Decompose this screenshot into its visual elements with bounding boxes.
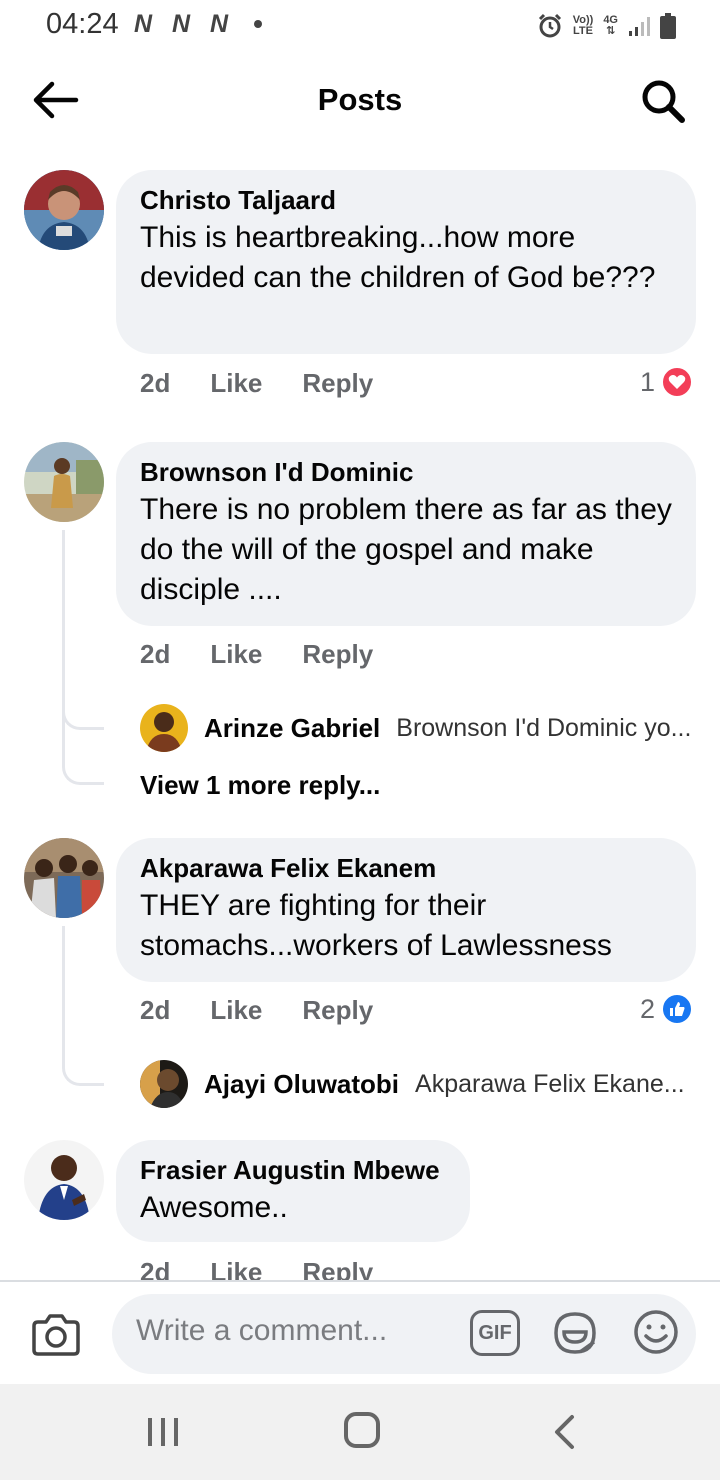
comment-actions: 2d Like Reply [140, 639, 373, 670]
avatar[interactable] [24, 1140, 104, 1220]
comment-bubble[interactable]: Akparawa Felix Ekanem THEY are fighting … [116, 838, 696, 982]
status-time: 04:24 [46, 8, 119, 40]
like-button[interactable]: Like [210, 995, 262, 1026]
avatar[interactable] [24, 838, 104, 918]
view-more-replies-link[interactable]: View 1 more reply... [140, 770, 380, 801]
avatar[interactable] [24, 442, 104, 522]
search-icon[interactable] [638, 78, 688, 124]
data-arrows-icon: ⇅ [606, 25, 616, 37]
reply-item[interactable]: Ajayi Oluwatobi Akparawa Felix Ekane... [140, 1060, 685, 1108]
comment-time: 2d [140, 995, 171, 1025]
camera-icon[interactable] [30, 1312, 82, 1358]
network-notification-icon: N [134, 10, 153, 38]
status-indicators: Vo)) LTE 4G ⇅ [537, 12, 676, 40]
volte-indicator: Vo)) LTE [573, 15, 594, 37]
like-icon [661, 993, 694, 1025]
avatar[interactable] [24, 170, 104, 250]
reply-button[interactable]: Reply [302, 639, 373, 670]
avatar[interactable] [140, 704, 188, 752]
reply-thread-line [62, 530, 104, 730]
app-header: Posts [0, 52, 720, 148]
comment-input[interactable]: Write a comment... GIF [112, 1294, 696, 1374]
comment-author[interactable]: Brownson I'd Dominic [140, 456, 672, 488]
back-nav-icon[interactable] [552, 1414, 576, 1450]
comment-author[interactable]: Christo Taljaard [140, 184, 672, 216]
reply-button[interactable]: Reply [302, 995, 373, 1026]
comment-author[interactable]: Akparawa Felix Ekanem [140, 852, 672, 884]
comment-actions: 2d Like Reply [140, 995, 373, 1026]
comment-bubble[interactable]: Frasier Augustin Mbewe Awesome.. [116, 1140, 470, 1242]
reply-button[interactable]: Reply [302, 368, 373, 399]
emoji-icon[interactable] [632, 1308, 680, 1356]
page-title: Posts [317, 82, 403, 117]
comment-composer: Write a comment... GIF [0, 1280, 720, 1384]
like-button[interactable]: Like [210, 1257, 262, 1280]
gif-button[interactable]: GIF [470, 1310, 520, 1356]
home-button-icon[interactable] [344, 1412, 380, 1448]
reply-item[interactable]: Arinze Gabriel Brownson I'd Dominic yo..… [140, 704, 691, 752]
recent-apps-icon[interactable] [146, 1416, 180, 1448]
comment-author[interactable]: Frasier Augustin Mbewe [140, 1154, 446, 1186]
comment-actions: 2d Like Reply [140, 368, 373, 399]
reply-text: Akparawa Felix Ekane... [415, 1069, 685, 1098]
like-button[interactable]: Like [210, 639, 262, 670]
comment-time: 2d [140, 368, 171, 398]
comment-text: This is heartbreaking...how more devided… [140, 221, 656, 294]
volte-bottom-label: LTE [573, 25, 593, 37]
network-notification-icon: N [210, 10, 229, 38]
comment-text: There is no problem there as far as they… [140, 493, 672, 606]
reply-author[interactable]: Arinze Gabriel [204, 713, 380, 744]
comment-text: THEY are fighting for their stomachs...w… [140, 889, 612, 962]
more-notifications-dot [254, 20, 262, 28]
reaction-count: 1 [640, 366, 656, 397]
reply-author[interactable]: Ajayi Oluwatobi [204, 1069, 399, 1100]
avatar[interactable] [140, 1060, 188, 1108]
comment-time: 2d [140, 639, 171, 669]
comment-bubble[interactable]: Christo Taljaard This is heartbreaking..… [116, 170, 696, 354]
battery-icon [660, 13, 676, 39]
reaction-summary[interactable]: 2 [640, 993, 694, 1025]
alarm-icon [538, 13, 561, 38]
reaction-count: 2 [640, 993, 656, 1024]
love-icon [661, 366, 694, 398]
status-bar: 04:24 N N N Vo)) LTE 4G ⇅ [0, 0, 720, 52]
comment-time: 2d [140, 1257, 171, 1280]
comment-input-placeholder: Write a comment... [136, 1314, 388, 1347]
reaction-summary[interactable]: 1 [640, 366, 694, 398]
sticker-icon[interactable] [550, 1308, 600, 1358]
reply-thread-line [62, 708, 104, 785]
comment-actions: 2d Like Reply [140, 1257, 373, 1280]
network-notification-icon: N [172, 10, 191, 38]
system-nav-bar [0, 1384, 720, 1480]
like-button[interactable]: Like [210, 368, 262, 399]
comment-text: Awesome.. [140, 1191, 288, 1224]
network-type-indicator: 4G ⇅ [603, 15, 618, 37]
signal-icon [629, 17, 650, 36]
comment-bubble[interactable]: Brownson I'd Dominic There is no problem… [116, 442, 696, 626]
reply-button[interactable]: Reply [302, 1257, 373, 1280]
reply-text: Brownson I'd Dominic yo... [396, 713, 692, 742]
comments-list[interactable]: Christo Taljaard This is heartbreaking..… [0, 148, 720, 1280]
reply-thread-line [62, 926, 104, 1086]
